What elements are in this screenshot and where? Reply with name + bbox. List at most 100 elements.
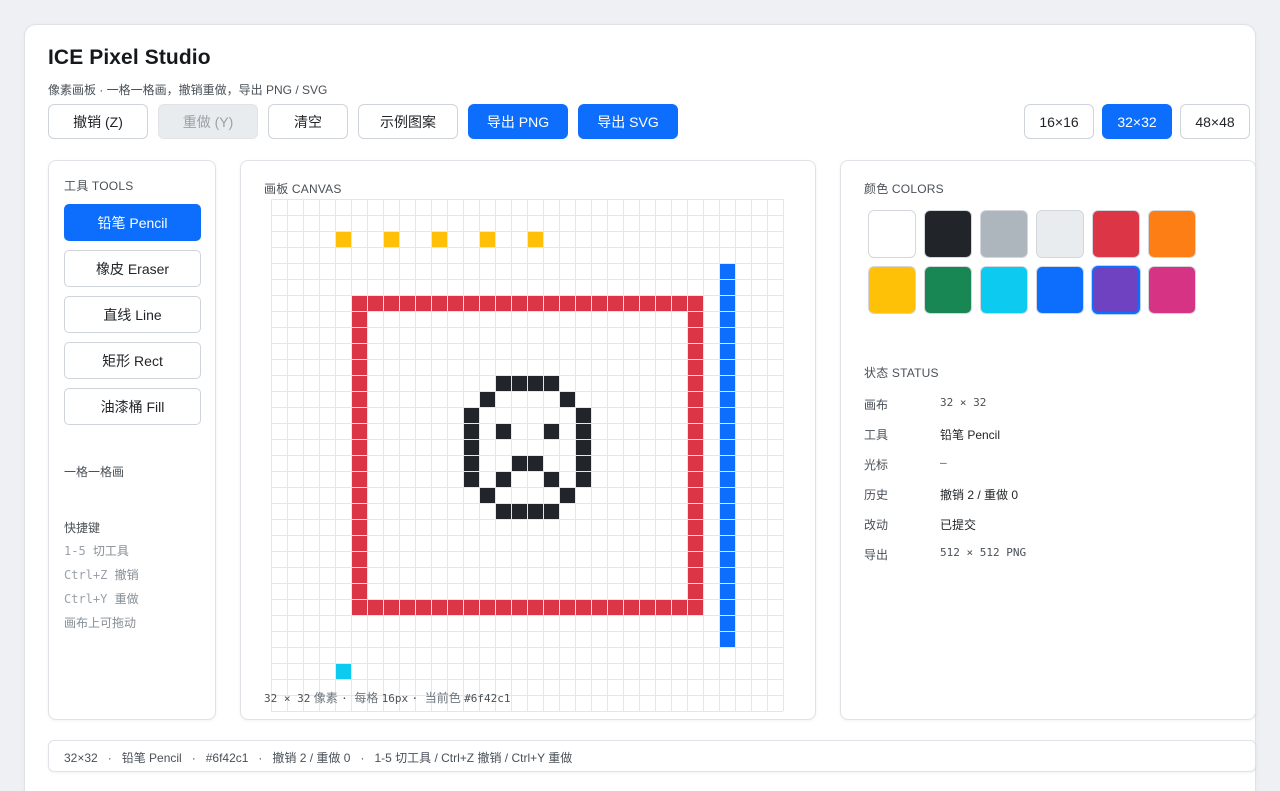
color-swatch[interactable] [980,266,1028,314]
pixel-cell[interactable] [496,296,511,311]
pixel-cell[interactable] [688,488,703,503]
pixel-cell[interactable] [352,344,367,359]
pixel-cell[interactable] [336,664,351,679]
pixel-cell[interactable] [528,600,543,615]
tool-pencil-button[interactable]: 铅笔 Pencil [64,204,201,241]
tool-fill-button[interactable]: 油漆桶 Fill [64,388,201,425]
pixel-cell[interactable] [480,488,495,503]
pixel-cell[interactable] [720,328,735,343]
size-32-button[interactable]: 32×32 [1102,104,1172,139]
pixel-cell[interactable] [688,296,703,311]
pixel-cell[interactable] [720,360,735,375]
pixel-cell[interactable] [688,552,703,567]
pixel-cell[interactable] [400,296,415,311]
pixel-cell[interactable] [496,472,511,487]
pixel-cell[interactable] [464,424,479,439]
pixel-cell[interactable] [464,408,479,423]
pixel-cell[interactable] [688,440,703,455]
pixel-cell[interactable] [416,600,431,615]
pixel-cell[interactable] [688,584,703,599]
pixel-cell[interactable] [352,488,367,503]
clear-button[interactable]: 清空 [268,104,348,139]
pixel-cell[interactable] [336,232,351,247]
pixel-cell[interactable] [640,600,655,615]
pixel-cell[interactable] [352,472,367,487]
pixel-cell[interactable] [352,552,367,567]
color-swatch[interactable] [868,210,916,258]
color-swatch[interactable] [1036,210,1084,258]
pixel-cell[interactable] [576,600,591,615]
pixel-cell[interactable] [352,312,367,327]
pixel-cell[interactable] [672,296,687,311]
pixel-cell[interactable] [384,232,399,247]
pixel-cell[interactable] [368,296,383,311]
pixel-cell[interactable] [560,600,575,615]
pixel-cell[interactable] [576,456,591,471]
color-swatch[interactable] [1148,266,1196,314]
pixel-cell[interactable] [528,296,543,311]
pixel-cell[interactable] [624,600,639,615]
pixel-cell[interactable] [352,536,367,551]
color-swatch[interactable] [924,210,972,258]
pixel-cell[interactable] [480,296,495,311]
pixel-cell[interactable] [720,632,735,647]
pixel-cell[interactable] [720,280,735,295]
pixel-cell[interactable] [576,296,591,311]
pixel-cell[interactable] [688,328,703,343]
pixel-cell[interactable] [448,600,463,615]
pixel-cell[interactable] [720,296,735,311]
pixel-cell[interactable] [480,392,495,407]
pixel-cell[interactable] [576,472,591,487]
pixel-cell[interactable] [544,504,559,519]
pixel-cell[interactable] [720,520,735,535]
pixel-cell[interactable] [528,232,543,247]
pixel-cell[interactable] [352,296,367,311]
pixel-cell[interactable] [720,552,735,567]
size-48-button[interactable]: 48×48 [1180,104,1250,139]
pixel-cell[interactable] [720,392,735,407]
pixel-cell[interactable] [720,424,735,439]
pixel-cell[interactable] [512,504,527,519]
pixel-cell[interactable] [400,600,415,615]
pixel-cell[interactable] [432,232,447,247]
pixel-cell[interactable] [352,376,367,391]
pixel-cell[interactable] [720,376,735,391]
pixel-canvas[interactable] [271,199,785,713]
pixel-cell[interactable] [368,600,383,615]
pixel-cell[interactable] [640,296,655,311]
pixel-cell[interactable] [352,360,367,375]
pixel-cell[interactable] [656,296,671,311]
pixel-cell[interactable] [528,504,543,519]
export-png-button[interactable]: 导出 PNG [468,104,568,139]
pixel-cell[interactable] [352,456,367,471]
pixel-cell[interactable] [464,472,479,487]
pixel-cell[interactable] [688,344,703,359]
pixel-cell[interactable] [720,408,735,423]
pixel-cell[interactable] [464,296,479,311]
color-swatch[interactable] [1148,210,1196,258]
pixel-cell[interactable] [512,376,527,391]
pixel-cell[interactable] [480,232,495,247]
pixel-cell[interactable] [576,424,591,439]
pixel-cell[interactable] [720,600,735,615]
pixel-cell[interactable] [720,584,735,599]
pixel-cell[interactable] [624,296,639,311]
pixel-cell[interactable] [720,472,735,487]
pixel-cell[interactable] [720,616,735,631]
pixel-cell[interactable] [576,408,591,423]
pixel-cell[interactable] [592,600,607,615]
pixel-cell[interactable] [688,392,703,407]
color-swatch[interactable] [1092,210,1140,258]
pixel-cell[interactable] [688,408,703,423]
pixel-cell[interactable] [720,488,735,503]
pixel-cell[interactable] [688,568,703,583]
pixel-cell[interactable] [464,456,479,471]
pixel-cell[interactable] [720,440,735,455]
pixel-cell[interactable] [480,600,495,615]
pixel-cell[interactable] [608,600,623,615]
pixel-cell[interactable] [688,360,703,375]
pixel-cell[interactable] [352,440,367,455]
pixel-cell[interactable] [352,600,367,615]
pixel-cell[interactable] [528,456,543,471]
pixel-cell[interactable] [464,600,479,615]
